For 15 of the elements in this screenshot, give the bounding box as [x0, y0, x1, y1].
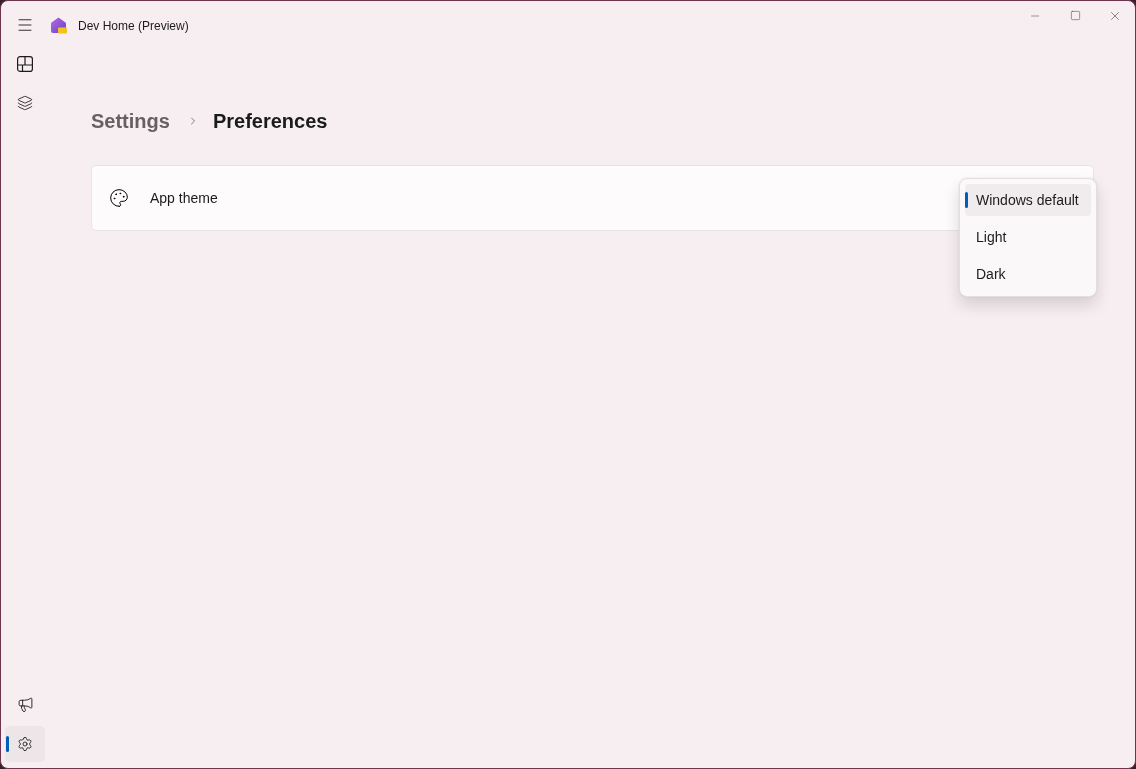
menu-item[interactable]: Light — [965, 221, 1091, 253]
megaphone-icon — [16, 695, 34, 713]
page-title: Preferences — [212, 109, 328, 134]
breadcrumb-link[interactable]: Settings — [91, 107, 170, 135]
menu-item[interactable]: Dark — [965, 258, 1091, 290]
palette-icon — [109, 188, 129, 208]
menu-item[interactable]: Windows default — [965, 184, 1091, 216]
window-title: Dev Home (Preview) — [78, 18, 189, 33]
layers-icon — [17, 95, 33, 111]
menu-icon — [16, 16, 34, 34]
setting-label: App theme — [150, 190, 218, 206]
settings-icon — [17, 736, 33, 752]
app-logo-icon — [50, 17, 67, 34]
maximize-icon — [1069, 10, 1081, 21]
dashboard-icon — [17, 56, 33, 72]
